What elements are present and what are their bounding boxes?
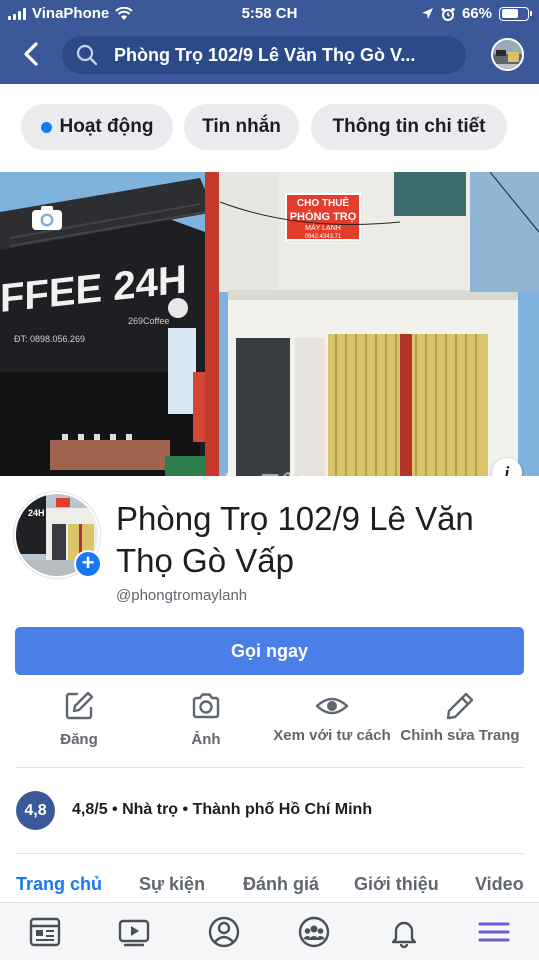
- plus-icon: +: [76, 552, 100, 576]
- battery-icon: [499, 6, 532, 21]
- active-dot-icon: [40, 121, 52, 133]
- rent-sign-phone: 0942.4343.71: [305, 234, 342, 240]
- eye-icon: [315, 697, 349, 715]
- photo-action[interactable]: Ảnh: [146, 690, 266, 749]
- info-icon: i: [504, 463, 510, 476]
- nav-notifications[interactable]: [387, 915, 421, 949]
- action-label: Đăng: [60, 731, 98, 748]
- tab-home[interactable]: Trang chủ: [16, 874, 102, 895]
- pill-label: Hoạt động: [59, 116, 154, 137]
- search-query: Phòng Trọ 102/9 Lê Văn Thọ Gò V...: [114, 44, 416, 65]
- cover-image: FFEE 24H ĐT: 0898.056.269 269Coffee CHO …: [0, 172, 539, 476]
- nav-profile[interactable]: [207, 915, 241, 949]
- search-icon: [76, 44, 98, 66]
- pencil-icon: [446, 692, 474, 720]
- rating-badge[interactable]: 4,8: [16, 791, 55, 830]
- location-arrow-icon: [421, 8, 433, 19]
- action-label: Xem với tư cách: [273, 727, 391, 744]
- page-action-pills: Hoạt động Tin nhắn Thông tin chi tiết: [0, 84, 539, 172]
- call-now-button[interactable]: Gọi ngay: [15, 627, 524, 675]
- profile-icon: [208, 916, 240, 948]
- nav-menu[interactable]: [477, 915, 511, 949]
- page-username: @phongtromaylanh: [116, 587, 248, 604]
- pill-activity[interactable]: Hoạt động: [21, 104, 173, 150]
- page-title: Phòng Trọ 102/9 Lê Văn Thọ Gò Vấp: [116, 500, 474, 579]
- post-action[interactable]: Đăng: [19, 690, 139, 749]
- tab-about[interactable]: Giới thiệu: [354, 874, 439, 895]
- top-bar: VinaPhone 5:58 CH 66% Phòng Trọ 102/9 Lê…: [0, 0, 539, 84]
- notifications-bell-icon: [391, 921, 417, 949]
- search-bar[interactable]: Phòng Trọ 102/9 Lê Văn Thọ Gò V...: [62, 36, 466, 74]
- action-label: Ảnh: [191, 731, 221, 748]
- view-as-action[interactable]: Xem với tư cách: [272, 690, 392, 745]
- nav-groups[interactable]: [297, 915, 331, 949]
- action-label: Chỉnh sửa Trang: [400, 727, 520, 744]
- battery-percent: 66%: [461, 5, 492, 22]
- cover-photo[interactable]: FFEE 24H ĐT: 0898.056.269 269Coffee CHO …: [0, 172, 539, 476]
- watch-video-icon: [118, 919, 150, 947]
- bottom-navigation: [0, 902, 539, 960]
- pill-messages[interactable]: Tin nhắn: [184, 104, 299, 150]
- svg-text:24H: 24H: [28, 508, 45, 518]
- back-button[interactable]: [18, 40, 46, 68]
- chevron-left-icon: [24, 42, 38, 66]
- edit-page-action[interactable]: Chỉnh sửa Trang: [400, 690, 520, 745]
- change-cover-button[interactable]: [30, 204, 64, 232]
- rent-sign-line1: CHO THUÊ: [297, 196, 350, 209]
- nav-news-feed[interactable]: [28, 915, 62, 949]
- tab-reviews[interactable]: Đánh giá: [243, 874, 319, 895]
- tab-videos[interactable]: Video: [475, 874, 524, 895]
- pill-label: Thông tin chi tiết: [332, 116, 486, 137]
- avatar[interactable]: [491, 38, 524, 71]
- divider: [16, 767, 523, 768]
- menu-icon: [478, 922, 510, 942]
- tab-events[interactable]: Sự kiện: [139, 874, 205, 895]
- avatar-image: [493, 40, 522, 69]
- watermark-text: chợTốt: [205, 468, 306, 476]
- cafe-handle-text: 269Coffee: [128, 316, 169, 326]
- status-bar: VinaPhone 5:58 CH 66%: [0, 0, 539, 28]
- rating-summary[interactable]: 4,8/5 • Nhà trọ • Thành phố Hồ Chí Minh: [72, 801, 372, 819]
- cafe-phone-text: ĐT: 0898.056.269: [14, 334, 85, 344]
- camera-icon: [32, 206, 62, 230]
- groups-icon: [298, 916, 330, 948]
- nav-watch[interactable]: [117, 915, 151, 949]
- divider: [16, 853, 523, 854]
- compose-icon: [65, 691, 94, 720]
- pill-details[interactable]: Thông tin chi tiết: [311, 104, 507, 150]
- camera-icon: [192, 693, 220, 719]
- page-tabs: Trang chủ Sự kiện Đánh giá Giới thiệu Vi…: [0, 858, 539, 902]
- pill-label: Tin nhắn: [202, 116, 281, 137]
- add-profile-photo-button[interactable]: +: [74, 550, 102, 578]
- alarm-icon: [441, 7, 455, 21]
- news-feed-icon: [29, 917, 61, 947]
